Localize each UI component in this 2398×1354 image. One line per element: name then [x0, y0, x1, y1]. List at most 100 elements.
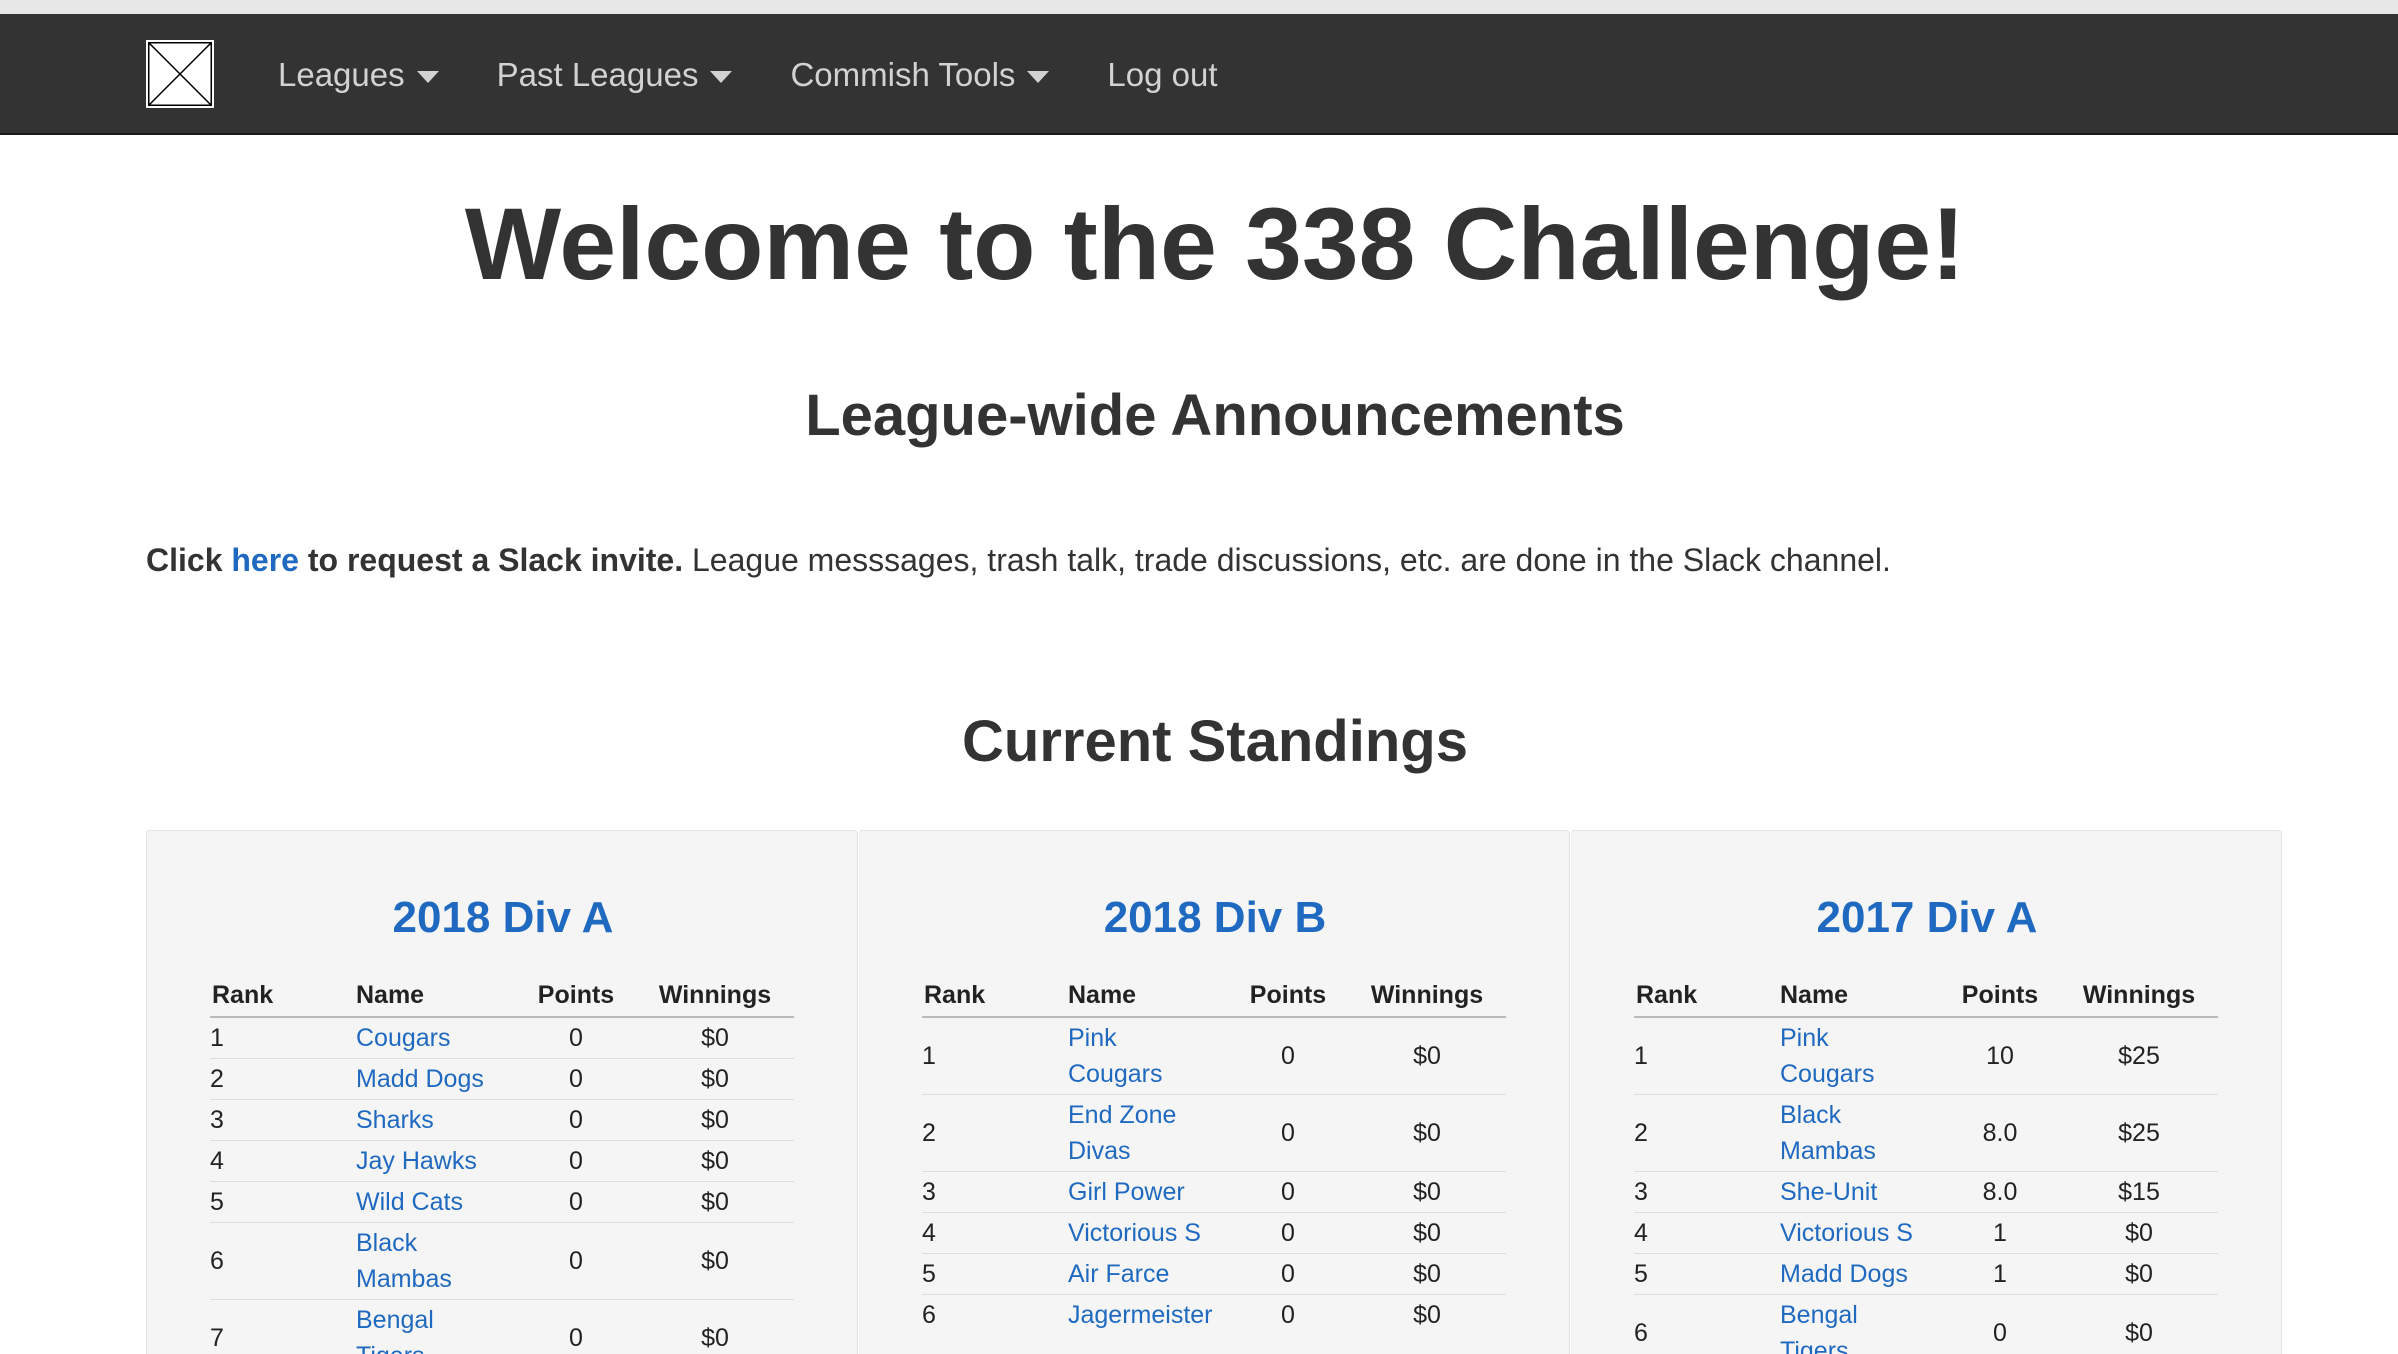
announcement-rest-text: League messsages, trash talk, trade disc… [692, 542, 1891, 578]
table-row: 6 Bengal Tigers 0 $0 [1634, 1294, 2218, 1354]
nav-leagues-dropdown[interactable]: Leagues [278, 56, 439, 94]
team-link[interactable]: Black Mambas [356, 1225, 456, 1297]
standings-table: Rank Name Points Winnings 1 Cougars 0 $0… [210, 979, 794, 1354]
team-link[interactable]: Sharks [356, 1102, 516, 1138]
table-row: 3 Sharks 0 $0 [210, 1099, 794, 1141]
table-row: 7 Bengal Tigers 0 $0 [210, 1299, 794, 1354]
name-cell: Bengal Tigers [356, 1299, 516, 1354]
team-link[interactable]: Air Farce [1068, 1256, 1228, 1292]
points-cell: 8.0 [1940, 1171, 2060, 1213]
caret-down-icon [416, 70, 439, 83]
announcement-click-word: Click [146, 542, 223, 578]
team-link[interactable]: Victorious S [1780, 1215, 1940, 1251]
team-link[interactable]: Jay Hawks [356, 1143, 516, 1179]
rank-cell: 6 [1634, 1294, 1780, 1354]
winnings-cell: $0 [1348, 1294, 1506, 1335]
col-header-name: Name [356, 979, 516, 1018]
name-cell: Bengal Tigers [1780, 1294, 1940, 1354]
division-title-link[interactable]: 2017 Div A [1571, 893, 2283, 943]
table-row: 4 Jay Hawks 0 $0 [210, 1140, 794, 1182]
division-title-link[interactable]: 2018 Div B [859, 893, 1571, 943]
rank-cell: 3 [922, 1171, 1068, 1213]
standings-table: Rank Name Points Winnings 1 Pink Cougars… [1634, 979, 2218, 1354]
points-cell: 0 [516, 1222, 636, 1300]
winnings-cell: $0 [1348, 1253, 1506, 1295]
rank-cell: 6 [922, 1294, 1068, 1335]
team-link[interactable]: Victorious S [1068, 1215, 1228, 1251]
points-cell: 1 [1940, 1212, 2060, 1254]
team-link[interactable]: Bengal Tigers [356, 1302, 456, 1354]
col-header-points: Points [1940, 979, 2060, 1018]
team-link[interactable]: She-Unit [1780, 1174, 1940, 1210]
col-header-points: Points [516, 979, 636, 1018]
points-cell: 0 [516, 1140, 636, 1182]
team-link[interactable]: Cougars [356, 1020, 516, 1056]
table-row: 3 She-Unit 8.0 $15 [1634, 1171, 2218, 1213]
name-cell: Jay Hawks [356, 1140, 516, 1182]
points-cell: 0 [516, 1058, 636, 1100]
table-row: 2 Black Mambas 8.0 $25 [1634, 1094, 2218, 1172]
team-link[interactable]: End Zone Divas [1068, 1097, 1188, 1169]
nav-commish-tools-dropdown[interactable]: Commish Tools [790, 56, 1050, 94]
name-cell: She-Unit [1780, 1171, 1940, 1213]
table-row: 5 Wild Cats 0 $0 [210, 1181, 794, 1223]
team-link[interactable]: Black Mambas [1780, 1097, 1880, 1169]
points-cell: 0 [1228, 1294, 1348, 1335]
brand-logo-placeholder-icon[interactable] [146, 40, 214, 108]
page-title: Welcome to the 338 Challenge! [464, 187, 1966, 301]
winnings-cell: $15 [2060, 1171, 2218, 1213]
rank-cell: 3 [210, 1099, 356, 1141]
rank-cell: 6 [210, 1222, 356, 1300]
nav-past-leagues-dropdown[interactable]: Past Leagues [497, 56, 733, 94]
name-cell: Sharks [356, 1099, 516, 1141]
winnings-cell: $0 [2060, 1294, 2218, 1354]
name-cell: Pink Cougars [1780, 1017, 1940, 1095]
browser-top-strip [0, 0, 2398, 14]
announcement-bold-text: to request a Slack invite. [307, 542, 684, 578]
caret-down-icon [710, 70, 733, 83]
name-cell: End Zone Divas [1068, 1094, 1228, 1172]
table-row: 1 Pink Cougars 10 $25 [1634, 1017, 2218, 1095]
rank-cell: 4 [922, 1212, 1068, 1254]
name-cell: Madd Dogs [1780, 1253, 1940, 1295]
team-link[interactable]: Pink Cougars [1068, 1020, 1168, 1092]
col-header-name: Name [1780, 979, 1940, 1018]
slack-invite-link[interactable]: here [231, 542, 299, 578]
winnings-cell: $0 [1413, 1042, 1441, 1070]
team-link[interactable]: Madd Dogs [356, 1061, 516, 1097]
col-header-rank: Rank [210, 979, 356, 1018]
team-link[interactable]: Pink Cougars [1780, 1020, 1880, 1092]
points-cell: 0 [569, 1024, 583, 1052]
points-cell: 0 [1228, 1171, 1348, 1213]
points-cell: 8.0 [1940, 1094, 2060, 1172]
rank-cell: 2 [1634, 1094, 1780, 1172]
caret-down-icon [1027, 70, 1050, 83]
col-header-rank: Rank [922, 979, 1068, 1018]
team-link[interactable]: Jagermeister [1068, 1297, 1228, 1333]
table-row: 6 Black Mambas 0 $0 [210, 1222, 794, 1300]
points-cell: 0 [1228, 1253, 1348, 1295]
team-link[interactable]: Girl Power [1068, 1174, 1228, 1210]
division-title-link[interactable]: 2018 Div A [147, 893, 859, 943]
points-cell: 0 [1281, 1042, 1295, 1070]
winnings-cell: $0 [2060, 1212, 2218, 1254]
team-link[interactable]: Bengal Tigers [1780, 1297, 1880, 1354]
division-panel: 2018 Div B Rank Name Points Winnings 1 P… [858, 830, 1570, 1354]
nav-logout-link[interactable]: Log out [1107, 56, 1217, 94]
team-link[interactable]: Wild Cats [356, 1184, 516, 1220]
name-cell: Madd Dogs [356, 1058, 516, 1100]
points-cell: 10 [1986, 1042, 2014, 1070]
name-cell: Cougars [356, 1017, 516, 1059]
winnings-cell: $0 [1348, 1212, 1506, 1254]
rank-cell: 2 [210, 1058, 356, 1100]
col-header-winnings: Winnings [636, 979, 794, 1018]
announcement-text: Click here to request a Slack invite. Le… [146, 542, 1891, 579]
table-row: 5 Air Farce 0 $0 [922, 1253, 1506, 1295]
name-cell: Pink Cougars [1068, 1017, 1228, 1095]
name-cell: Air Farce [1068, 1253, 1228, 1295]
winnings-cell: $0 [636, 1222, 794, 1300]
team-link[interactable]: Madd Dogs [1780, 1256, 1940, 1292]
rank-cell: 4 [1634, 1212, 1780, 1254]
nav-leagues-label: Leagues [278, 55, 405, 93]
winnings-cell: $0 [636, 1181, 794, 1223]
